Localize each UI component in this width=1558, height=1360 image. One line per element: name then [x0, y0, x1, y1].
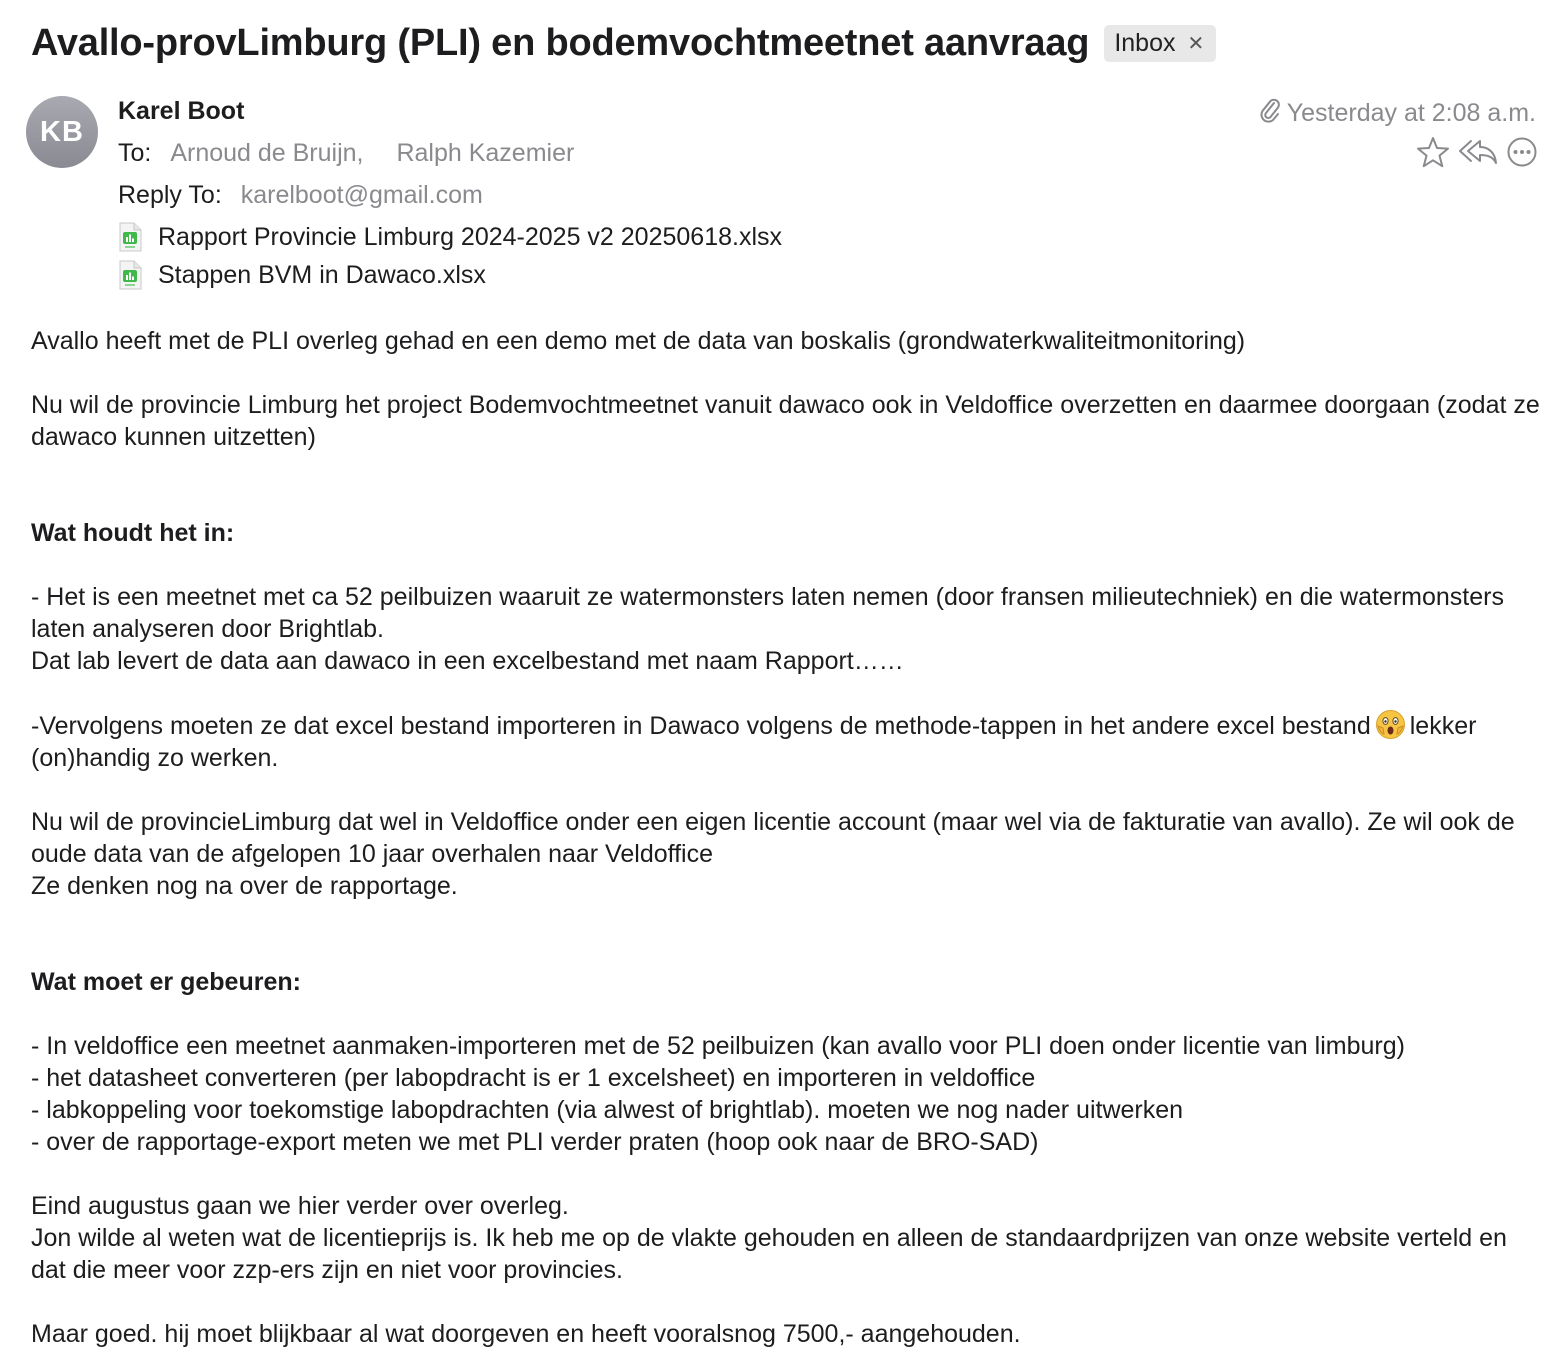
sender-name[interactable]: Karel Boot — [118, 97, 244, 126]
subject-row: Avallo-provLimburg (PLI) en bodemvochtme… — [31, 22, 1217, 65]
message-actions — [1416, 136, 1538, 168]
body-paragraph: Dat lab levert de data aan dawaco in een… — [31, 647, 904, 675]
face-screaming-emoji-icon — [1375, 709, 1406, 740]
date-row: Yesterday at 2:08 a.m. — [1259, 97, 1536, 130]
more-icon[interactable] — [1506, 136, 1538, 168]
list-item: - over de rapportage-export meten we met… — [31, 1128, 1039, 1156]
body-paragraph: Maar goed. hij moet blijkbaar al wat doo… — [31, 1320, 1021, 1348]
to-row: To: Arnoud de Bruijn, Ralph Kazemier — [118, 139, 574, 168]
mailbox-badge-label: Inbox — [1114, 29, 1176, 57]
attachment-name: Stappen BVM in Dawaco.xlsx — [158, 260, 486, 289]
body-paragraph: Eind augustus gaan we hier verder over o… — [31, 1192, 569, 1220]
body-paragraph: -Vervolgens moeten ze dat excel bestand … — [31, 709, 1541, 774]
body-paragraph: - Het is een meetnet met ca 52 peilbuize… — [31, 583, 1504, 643]
reply-to-row: Reply To: karelboot@gmail.com — [118, 181, 483, 210]
xlsx-file-icon — [118, 260, 142, 290]
xlsx-file-icon — [118, 222, 142, 252]
email-subject: Avallo-provLimburg (PLI) en bodemvochtme… — [31, 22, 1090, 64]
recipient[interactable]: Arnoud de Bruijn, — [170, 139, 363, 167]
to-label: To: — [118, 139, 152, 167]
recipient[interactable]: Ralph Kazemier — [396, 139, 574, 167]
body-paragraph: Ze denken nog na over de rapportage. — [31, 872, 458, 900]
body-paragraph: Nu wil de provincie Limburg het project … — [31, 391, 1540, 451]
body-paragraph: Jon wilde al weten wat de licentieprijs … — [31, 1224, 1507, 1284]
list-item: - labkoppeling voor toekomstige labopdra… — [31, 1096, 1184, 1124]
received-date: Yesterday at 2:08 a.m. — [1286, 99, 1536, 127]
star-icon[interactable] — [1416, 136, 1450, 168]
message-body: Avallo heeft met de PLI overleg gehad en… — [31, 325, 1541, 1350]
reply-to-address[interactable]: karelboot@gmail.com — [241, 181, 483, 209]
section-heading: Wat houdt het in: — [31, 519, 235, 547]
body-text: -Vervolgens moeten ze dat excel bestand … — [31, 712, 1371, 740]
attachment-item[interactable]: Rapport Provincie Limburg 2024-2025 v2 2… — [118, 222, 782, 252]
remove-label-icon[interactable]: ✕ — [1187, 31, 1204, 56]
body-paragraph: Avallo heeft met de PLI overleg gehad en… — [31, 327, 1246, 355]
mailbox-badge[interactable]: Inbox ✕ — [1104, 25, 1217, 62]
attachment-name: Rapport Provincie Limburg 2024-2025 v2 2… — [158, 222, 782, 251]
reply-to-label: Reply To: — [118, 181, 222, 209]
attachment-item[interactable]: Stappen BVM in Dawaco.xlsx — [118, 260, 486, 290]
paperclip-icon — [1259, 97, 1287, 130]
section-heading: Wat moet er gebeuren: — [31, 968, 301, 996]
body-paragraph: Nu wil de provincieLimburg dat wel in Ve… — [31, 808, 1515, 868]
avatar[interactable]: KB — [26, 96, 98, 168]
reply-all-icon[interactable] — [1458, 136, 1498, 168]
list-item: - In veldoffice een meetnet aanmaken-imp… — [31, 1032, 1405, 1060]
list-item: - het datasheet converteren (per labopdr… — [31, 1064, 1036, 1092]
